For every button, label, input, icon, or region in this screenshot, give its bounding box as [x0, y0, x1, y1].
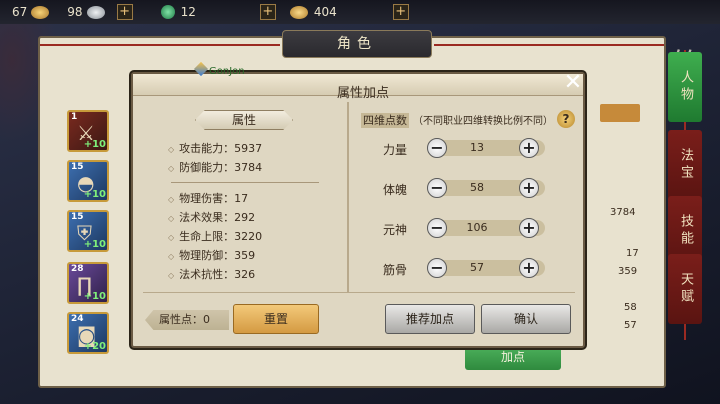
four-dim-note: （不同职业四维转换比例不同） [413, 116, 553, 127]
jade-icon [160, 5, 175, 19]
stat-defense: 防御能力：3784 [168, 159, 262, 175]
silver-ingot-count: 98 [67, 5, 83, 19]
tab-treasure[interactable]: 法宝 [668, 130, 702, 200]
add-jade-button[interactable]: + [259, 4, 276, 20]
stat-physical-defense: 物理防御：359 [168, 247, 255, 263]
equipment-enhance: +20 [83, 341, 106, 352]
gold-coin-icon [289, 5, 308, 19]
column-divider [347, 102, 349, 292]
silver-ingot-resource: 98 + [67, 4, 133, 20]
equipment-slot-pants[interactable]: 28 ∏ +10 [67, 262, 109, 304]
resource-bar: 67 98 + 12 + 404 + [0, 0, 720, 24]
equipment-slot-armor[interactable]: 15 ⛨ +10 [67, 210, 109, 252]
equipment-enhance: +10 [83, 239, 106, 250]
help-icon[interactable]: ? [557, 110, 575, 128]
bg-stat-value: 57 [624, 320, 637, 331]
stat-max-hp: 生命上限：3220 [168, 228, 262, 244]
attributes-column: 属性 攻击能力：5937 防御能力：3784 物理伤害：17 法术效果：292 … [143, 102, 343, 282]
equipment-enhance: +10 [83, 139, 106, 150]
silver-ingot-icon [86, 5, 105, 19]
stat-physical-damage: 物理伤害：17 [168, 190, 248, 206]
trait-value-strength: 13 [470, 141, 484, 154]
plus-strength-button[interactable]: + [519, 138, 539, 158]
trait-value-physique: 58 [470, 181, 484, 194]
plus-physique-button[interactable]: + [519, 178, 539, 198]
minus-bones-button[interactable]: − [427, 258, 447, 278]
trait-label-strength: 力量 [383, 143, 408, 157]
bg-orange-tag [600, 104, 640, 122]
gold-ingot-resource: 67 [12, 5, 55, 19]
confirm-button[interactable]: 确认 [481, 304, 571, 334]
trait-value-spirit: 106 [466, 221, 488, 234]
attribute-points-remaining: 属性点：0 [145, 310, 229, 330]
minus-spirit-button[interactable]: − [427, 218, 447, 238]
panel-rope-left [40, 44, 280, 46]
four-dim-title: 四维点数 [361, 113, 409, 128]
gold-coin-count: 404 [313, 5, 337, 19]
tab-talent[interactable]: 天赋 [668, 254, 702, 324]
minus-strength-button[interactable]: − [427, 138, 447, 158]
bg-physical-defense-value: 359 [618, 266, 638, 277]
trait-value-bones: 57 [470, 261, 484, 274]
reset-button[interactable]: 重置 [233, 304, 319, 334]
gold-coin-resource: 404 + [289, 4, 409, 20]
equipment-enhance: +10 [83, 291, 106, 302]
attributes-header: 属性 [195, 110, 293, 130]
bg-stat-value: 58 [624, 302, 637, 313]
four-dim-header: 四维点数 （不同职业四维转换比例不同） [361, 112, 553, 128]
player-name-tag: GonJon [193, 61, 245, 77]
add-currency-button[interactable]: + [116, 4, 133, 20]
dialog-bottom-divider [143, 292, 575, 293]
attribute-points-dialog: 属性加点 ✕ 属性 攻击能力：5937 防御能力：3784 物理伤害：17 法术… [131, 72, 585, 348]
dialog-title: 属性加点 [336, 86, 389, 101]
bg-defense-value: 3784 [610, 207, 636, 218]
close-icon[interactable]: ✕ [561, 72, 585, 96]
equipment-slot-weapon[interactable]: 1 ⚔ +10 [67, 110, 109, 152]
panel-title: 角色 [282, 30, 432, 58]
recommend-points-button[interactable]: 推荐加点 [385, 304, 475, 334]
add-coin-button[interactable]: + [392, 4, 409, 20]
rank-gem-icon [193, 61, 209, 77]
plus-spirit-button[interactable]: + [519, 218, 539, 238]
trait-label-spirit: 元神 [383, 223, 408, 237]
equipment-slot-boots[interactable]: 24 ◙ +20 [67, 312, 109, 354]
jade-resource: 12 + [160, 4, 276, 20]
equipment-slot-helmet[interactable]: 15 ◓ +10 [67, 160, 109, 202]
trait-label-bones: 筋骨 [383, 263, 408, 277]
bg-physical-damage-value: 17 [626, 248, 639, 259]
equipment-enhance: +10 [83, 189, 106, 200]
stat-spell-resist: 法术抗性：326 [168, 266, 255, 282]
gold-ingot-count: 67 [12, 5, 28, 19]
trait-label-physique: 体魄 [383, 183, 408, 197]
minus-physique-button[interactable]: − [427, 178, 447, 198]
plus-bones-button[interactable]: + [519, 258, 539, 278]
gold-ingot-icon [31, 5, 50, 19]
player-name: GonJon [209, 66, 245, 77]
tab-character[interactable]: 人物 [668, 52, 702, 122]
jade-count: 12 [180, 5, 196, 19]
stat-spell-effect: 法术效果：292 [168, 209, 255, 225]
stats-divider [171, 182, 319, 183]
stat-attack: 攻击能力：5937 [168, 140, 262, 156]
panel-rope-right [434, 44, 664, 46]
